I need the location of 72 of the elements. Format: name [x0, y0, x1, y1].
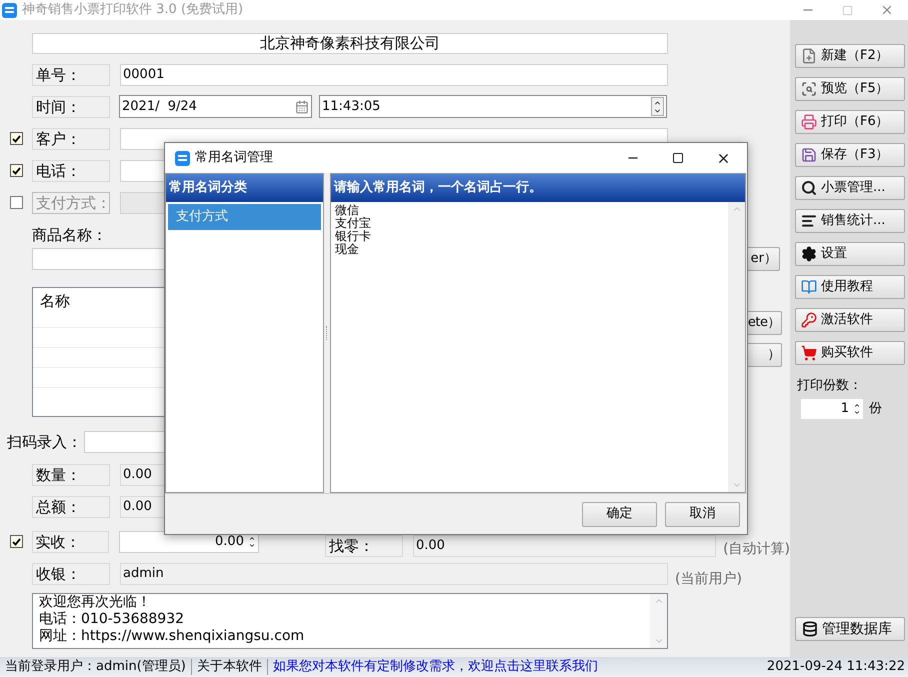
- contact-link[interactable]: 如果您对本软件有定制修改需求，欢迎点击这里联系我们: [272, 657, 598, 677]
- print-copies-spinner[interactable]: 1: [801, 398, 863, 418]
- term-line: 微信: [335, 204, 359, 217]
- search-icon: [801, 180, 817, 196]
- auto-calc-note: (自动计算): [723, 540, 790, 559]
- current-user-note: (当前用户): [675, 570, 742, 589]
- footer-text-line: 网址：https://www.shenqixiangsu.com: [39, 628, 306, 645]
- field-label: 支付方式：: [32, 192, 110, 214]
- key-icon: [801, 312, 817, 328]
- book-icon: [801, 279, 817, 295]
- side-button[interactable]: 设置: [795, 242, 905, 266]
- term-line: 银行卡: [335, 230, 372, 243]
- footer-text-line: 电话：010-53688932: [39, 611, 186, 628]
- term-line: 支付宝: [335, 217, 372, 230]
- settings-icon: [801, 246, 817, 262]
- cart-icon: [801, 345, 817, 361]
- status-datetime: 2021-09-24 11:43:22: [766, 658, 906, 676]
- side-button[interactable]: 激活软件: [795, 308, 905, 332]
- order-number-field[interactable]: 00001: [120, 64, 668, 86]
- calendar-icon[interactable]: [295, 100, 309, 114]
- field-label: 数量：: [32, 464, 110, 486]
- field-label: 总额：: [32, 496, 110, 518]
- new-file-icon: [801, 48, 817, 64]
- side-button[interactable]: 购买软件: [795, 341, 905, 365]
- checkbox[interactable]: [10, 196, 23, 209]
- printer-icon: [801, 114, 817, 130]
- product-name-label: 商品名称：: [32, 226, 107, 244]
- date-picker[interactable]: 2021/ 9/24: [119, 95, 312, 118]
- copies-unit: 份: [869, 400, 882, 418]
- database-icon: [802, 621, 818, 637]
- dialog-button[interactable]: 确定: [582, 502, 657, 526]
- dialog-title: 常用名词管理: [195, 149, 273, 168]
- field-label: 收银：: [32, 562, 110, 584]
- company-field[interactable]: 北京神奇像素科技有限公司: [32, 33, 668, 54]
- footer-text-line: 欢迎您再次光临！: [39, 594, 152, 611]
- field-label: 单号：: [32, 64, 110, 86]
- side-button[interactable]: 新建（F2）: [795, 44, 905, 68]
- field-label: 客户：: [32, 128, 110, 150]
- field-label: 实收：: [32, 530, 109, 552]
- side-button[interactable]: 预览（F5）: [795, 77, 905, 101]
- side-button[interactable]: 打印（F6）: [795, 110, 905, 134]
- field-label: 电话：: [32, 160, 110, 182]
- side-button[interactable]: 使用教程: [795, 275, 905, 299]
- about-link[interactable]: 关于本软件: [196, 657, 262, 677]
- dialog-button[interactable]: 取消: [665, 502, 740, 526]
- checkbox[interactable]: [10, 132, 23, 145]
- side-button[interactable]: 小票管理...: [795, 176, 905, 200]
- checkbox[interactable]: [10, 535, 23, 548]
- field-label: 找零：: [324, 534, 403, 556]
- side-button[interactable]: 销售统计...: [795, 209, 905, 233]
- manage-database-button[interactable]: 管理数据库: [795, 617, 905, 641]
- maximize-icon[interactable]: [672, 152, 684, 164]
- category-header: 常用名词分类: [166, 174, 323, 202]
- change-field: 0.00: [412, 534, 716, 556]
- terms-header: 请输入常用名词，一个名词占一行。: [331, 174, 745, 202]
- time-field[interactable]: 11:43:05: [319, 95, 667, 118]
- scan-input-label: 扫码录入：: [7, 432, 82, 453]
- current-user-status: 当前登录用户：admin(管理员): [5, 658, 186, 676]
- side-button[interactable]: 保存（F3）: [795, 143, 905, 167]
- cashier-field: admin: [120, 562, 668, 584]
- app-icon: [175, 150, 190, 166]
- save-icon: [801, 147, 817, 163]
- checkbox[interactable]: [10, 164, 23, 177]
- list-icon: [801, 213, 817, 229]
- field-label: 时间：: [32, 96, 110, 118]
- window-title: 神奇销售小票打印软件 3.0 (免费试用): [22, 1, 244, 20]
- column-header: 名称: [40, 291, 71, 312]
- preview-icon: [801, 81, 817, 97]
- receipt-footer-textarea[interactable]: 欢迎您再次光临！ 电话：010-53688932 网址：https://www.shenqixiangsu.com: [32, 593, 668, 649]
- print-copies-label: 打印份数：: [797, 377, 863, 395]
- term-line: 现金: [335, 243, 360, 256]
- splitter-handle[interactable]: [326, 326, 328, 340]
